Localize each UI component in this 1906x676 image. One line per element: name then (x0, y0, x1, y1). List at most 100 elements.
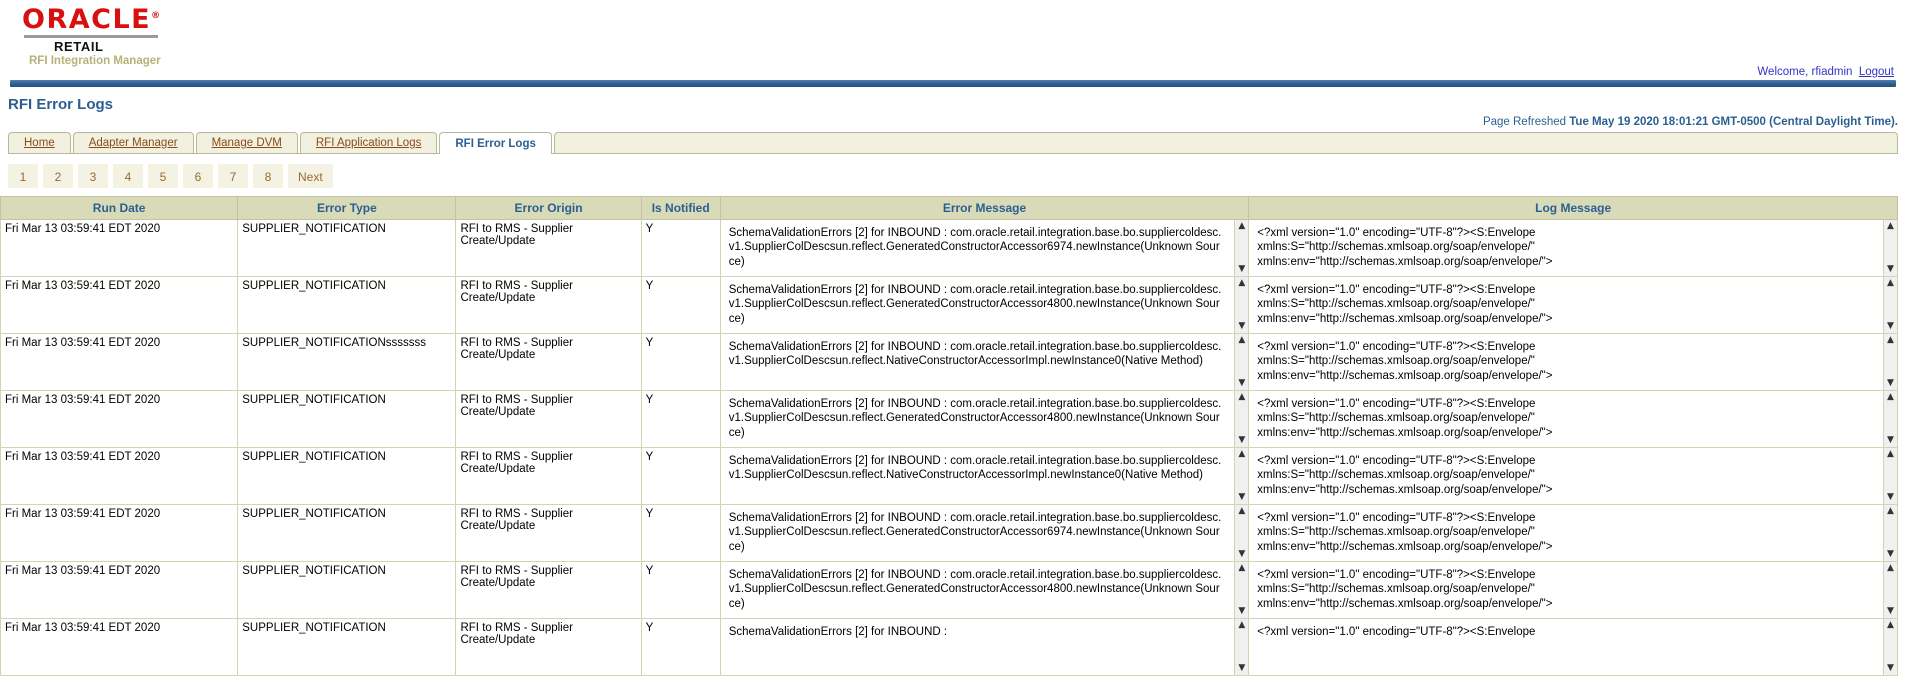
pager-button-8[interactable]: 8 (253, 164, 283, 188)
scroll-up-icon[interactable]: ▲ (1238, 278, 1245, 288)
error-message-scrollbar[interactable]: ▲ ▼ (1234, 220, 1248, 276)
tab-home[interactable]: Home (8, 132, 71, 153)
pager-button-1[interactable]: 1 (8, 164, 38, 188)
table-row: Fri Mar 13 03:59:41 EDT 2020 SUPPLIER_NOT… (0, 504, 1898, 562)
cell-error-origin: RFI to RMS - Supplier Create/Update (455, 447, 642, 505)
log-message-scrollbar[interactable]: ▲ ▼ (1883, 619, 1897, 675)
cell-is-notified: Y (640, 390, 721, 448)
log-message-text: <?xml version="1.0" encoding="UTF-8"?><S… (1257, 398, 1553, 439)
scroll-down-icon[interactable]: ▼ (1887, 492, 1894, 502)
log-message-scrollbar[interactable]: ▲ ▼ (1883, 220, 1897, 276)
scroll-up-icon[interactable]: ▲ (1238, 335, 1245, 345)
scroll-up-icon[interactable]: ▲ (1238, 506, 1245, 516)
table-row: Fri Mar 13 03:59:41 EDT 2020 SUPPLIER_NOT… (0, 219, 1898, 277)
log-message-scrollbar[interactable]: ▲ ▼ (1883, 277, 1897, 333)
scroll-up-icon[interactable]: ▲ (1238, 449, 1245, 459)
scroll-up-icon[interactable]: ▲ (1887, 335, 1894, 345)
pager-button-7[interactable]: 7 (218, 164, 248, 188)
error-message-text: SchemaValidationErrors [2] for INBOUND :… (728, 569, 1222, 610)
cell-error-origin: RFI to RMS - Supplier Create/Update (455, 618, 642, 676)
scroll-down-icon[interactable]: ▼ (1238, 378, 1245, 388)
log-message-text: <?xml version="1.0" encoding="UTF-8"?><S… (1257, 341, 1553, 382)
scroll-down-icon[interactable]: ▼ (1887, 549, 1894, 559)
cell-log-message: <?xml version="1.0" encoding="UTF-8"?><S… (1248, 504, 1898, 562)
cell-run-date: Fri Mar 13 03:59:41 EDT 2020 (0, 390, 239, 448)
cell-error-origin: RFI to RMS - Supplier Create/Update (455, 333, 642, 391)
cell-run-date: Fri Mar 13 03:59:41 EDT 2020 (0, 333, 239, 391)
scroll-down-icon[interactable]: ▼ (1238, 663, 1245, 673)
tab-adapter-manager[interactable]: Adapter Manager (72, 132, 194, 153)
scroll-down-icon[interactable]: ▼ (1887, 435, 1894, 445)
scroll-down-icon[interactable]: ▼ (1238, 264, 1245, 274)
log-message-scrollbar[interactable]: ▲ ▼ (1883, 391, 1897, 447)
scroll-down-icon[interactable]: ▼ (1238, 435, 1245, 445)
branding-block: ORACLE® RETAIL RFI Integration Manager (0, 0, 1906, 67)
log-message-scrollbar[interactable]: ▲ ▼ (1883, 448, 1897, 504)
log-message-text: <?xml version="1.0" encoding="UTF-8"?><S… (1257, 284, 1553, 325)
error-message-scrollbar[interactable]: ▲ ▼ (1234, 505, 1248, 561)
scroll-up-icon[interactable]: ▲ (1238, 563, 1245, 573)
scroll-up-icon[interactable]: ▲ (1887, 278, 1894, 288)
scroll-up-icon[interactable]: ▲ (1887, 221, 1894, 231)
cell-is-notified: Y (640, 618, 721, 676)
scroll-up-icon[interactable]: ▲ (1238, 392, 1245, 402)
log-message-text: <?xml version="1.0" encoding="UTF-8"?><S… (1257, 569, 1553, 610)
cell-error-message: SchemaValidationErrors [2] for INBOUND :… (719, 276, 1250, 334)
log-message-scrollbar[interactable]: ▲ ▼ (1883, 334, 1897, 390)
cell-error-origin: RFI to RMS - Supplier Create/Update (455, 504, 642, 562)
scroll-down-icon[interactable]: ▼ (1887, 606, 1894, 616)
error-message-text: SchemaValidationErrors [2] for INBOUND :… (728, 227, 1222, 268)
tab-strip-filler (553, 132, 1898, 153)
scroll-up-icon[interactable]: ▲ (1887, 506, 1894, 516)
log-message-scrollbar[interactable]: ▲ ▼ (1883, 505, 1897, 561)
scroll-down-icon[interactable]: ▼ (1887, 264, 1894, 274)
cell-is-notified: Y (640, 447, 721, 505)
scroll-up-icon[interactable]: ▲ (1887, 392, 1894, 402)
page-refreshed-label: Page Refreshed (1482, 116, 1567, 128)
error-logs-table: Run Date Error Type Error Origin Is Notifie… (0, 196, 1898, 676)
scroll-up-icon[interactable]: ▲ (1887, 449, 1894, 459)
pager-button-6[interactable]: 6 (183, 164, 213, 188)
pager-button-3[interactable]: 3 (78, 164, 108, 188)
log-message-text: <?xml version="1.0" encoding="UTF-8"?><S… (1257, 227, 1553, 268)
scroll-down-icon[interactable]: ▼ (1887, 378, 1894, 388)
cell-error-origin: RFI to RMS - Supplier Create/Update (455, 276, 642, 334)
pager-button-2[interactable]: 2 (43, 164, 73, 188)
tab-rfi-application-logs[interactable]: RFI Application Logs (299, 132, 438, 153)
scroll-down-icon[interactable]: ▼ (1887, 663, 1894, 673)
tab-manage-dvm[interactable]: Manage DVM (195, 132, 298, 153)
scroll-down-icon[interactable]: ▼ (1887, 321, 1894, 331)
error-logs-table-container: Run Date Error Type Error Origin Is Notifie… (0, 196, 1898, 676)
cell-log-message: <?xml version="1.0" encoding="UTF-8"?><S… (1248, 618, 1898, 676)
scroll-up-icon[interactable]: ▲ (1238, 221, 1245, 231)
user-session-bar: Welcome, rfiadmin Logout (1757, 66, 1894, 78)
cell-log-message: <?xml version="1.0" encoding="UTF-8"?><S… (1248, 333, 1898, 391)
error-message-scrollbar[interactable]: ▲ ▼ (1234, 391, 1248, 447)
pager-button-4[interactable]: 4 (113, 164, 143, 188)
error-message-scrollbar[interactable]: ▲ ▼ (1234, 619, 1248, 675)
cell-log-message: <?xml version="1.0" encoding="UTF-8"?><S… (1248, 276, 1898, 334)
scroll-up-icon[interactable]: ▲ (1887, 563, 1894, 573)
error-message-scrollbar[interactable]: ▲ ▼ (1234, 448, 1248, 504)
scroll-down-icon[interactable]: ▼ (1238, 606, 1245, 616)
table-row: Fri Mar 13 03:59:41 EDT 2020 SUPPLIER_NOT… (0, 276, 1898, 334)
scroll-down-icon[interactable]: ▼ (1238, 549, 1245, 559)
column-header-log-message: Log Message (1248, 196, 1898, 220)
cell-error-origin: RFI to RMS - Supplier Create/Update (455, 219, 642, 277)
scroll-up-icon[interactable]: ▲ (1238, 620, 1245, 630)
log-message-text: <?xml version="1.0" encoding="UTF-8"?><S… (1257, 455, 1553, 496)
pagination-controls: 1 2 3 4 5 6 7 8 Next (8, 164, 1906, 188)
column-header-error-origin: Error Origin (455, 196, 642, 220)
cell-error-type: SUPPLIER_NOTIFICATION (237, 276, 457, 334)
pager-button-5[interactable]: 5 (148, 164, 178, 188)
pager-button-next[interactable]: Next (288, 164, 333, 188)
scroll-up-icon[interactable]: ▲ (1887, 620, 1894, 630)
scroll-down-icon[interactable]: ▼ (1238, 492, 1245, 502)
scroll-down-icon[interactable]: ▼ (1238, 321, 1245, 331)
error-message-text: SchemaValidationErrors [2] for INBOUND :… (728, 284, 1222, 325)
error-message-scrollbar[interactable]: ▲ ▼ (1234, 334, 1248, 390)
cell-error-type: SUPPLIER_NOTIFICATION (237, 447, 457, 505)
logout-link[interactable]: Logout (1859, 66, 1894, 78)
tab-rfi-error-logs[interactable]: RFI Error Logs (439, 132, 552, 154)
error-message-scrollbar[interactable]: ▲ ▼ (1234, 277, 1248, 333)
